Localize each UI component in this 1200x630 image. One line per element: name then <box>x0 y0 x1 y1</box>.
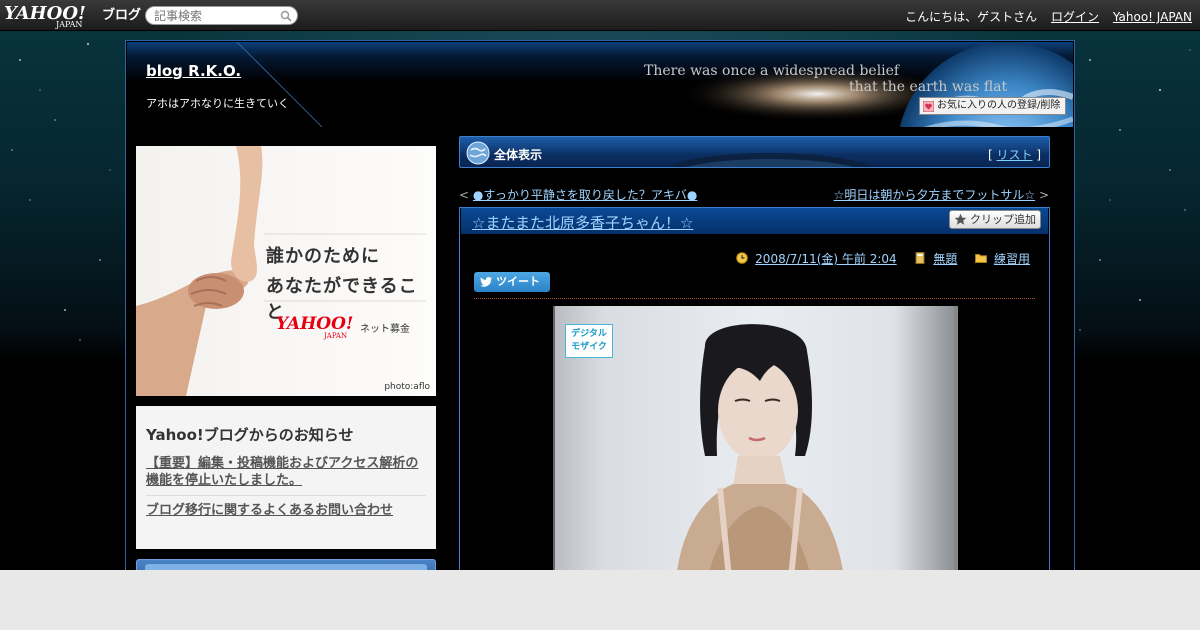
notice-box: Yahoo!ブログからのお知らせ 【重要】編集・投稿機能およびアクセス解析の機能… <box>136 406 436 549</box>
article-date: 2008/7/11(金) 午前 2:04 <box>736 250 897 267</box>
favorite-register-label: お気に入りの人の登録/削除 <box>937 100 1061 111</box>
favorite-register-button[interactable]: お気に入りの人の登録/削除 <box>919 97 1066 115</box>
prev-marker: < <box>459 188 470 202</box>
globe-icon <box>466 141 490 165</box>
photo-badge: デジタル モザイク <box>565 324 613 358</box>
next-marker: > <box>1038 188 1049 202</box>
article: ☆またまた北原多香子ちゃん！☆ クリップ追加 2008/7/11(金) 午前 2… <box>459 207 1050 570</box>
bracket-close: ] <box>1036 148 1041 162</box>
prev-article-link[interactable]: ●すっかり平静さを取り戻した？アキバ● <box>473 188 697 202</box>
article-category-link[interactable]: 練習用 <box>994 252 1030 266</box>
tweet-button[interactable]: ツイート <box>474 272 550 292</box>
logo-blog-text: ブログ <box>102 7 141 23</box>
masthead: YAHOO! JAPAN ブログ こんにちは、ゲストさん ログイン Yahoo!… <box>0 0 1200 31</box>
photo-badge-line2: モザイク <box>571 342 607 352</box>
search-box[interactable] <box>145 6 298 25</box>
banner-tagline: ネット募金 <box>360 324 410 335</box>
blog-title-link[interactable]: blog R.K.O. <box>146 62 241 80</box>
article-category: 練習用 <box>975 250 1030 267</box>
blog-header: There was once a widespread belief that … <box>127 42 1073 127</box>
logo-japan-text: JAPAN <box>55 20 82 29</box>
folder-icon <box>975 254 988 263</box>
search-icon[interactable] <box>280 10 292 22</box>
woman-portrait-image <box>677 324 843 570</box>
notice-title: Yahoo!ブログからのお知らせ <box>146 426 354 444</box>
list-view-toggle: [ リスト ] <box>988 146 1041 163</box>
article-meta: 2008/7/11(金) 午前 2:04 無題 練習用 <box>722 250 1030 267</box>
next-article-nav: ☆明日は朝から夕方までフットサル☆ > <box>834 186 1049 203</box>
book-icon <box>915 252 925 264</box>
list-view-link[interactable]: リスト <box>996 148 1032 162</box>
article-theme: 無題 <box>914 250 957 267</box>
login-link[interactable]: ログイン <box>1051 10 1099 24</box>
view-mode-header: 全体表示 [ リスト ] <box>459 136 1050 168</box>
svg-text:that the earth was flat: that the earth was flat <box>849 79 1008 95</box>
charity-banner[interactable]: 誰かのために あなたができること YAHOO! JAPAN ネット募金 phot… <box>136 146 436 396</box>
photo-badge-line1: デジタル <box>571 329 607 339</box>
clip-add-button[interactable]: クリップ追加 <box>949 210 1041 229</box>
article-theme-link[interactable]: 無題 <box>933 252 957 266</box>
banner-yahoo-logo: YAHOO! <box>276 314 354 334</box>
prev-article-nav: < ●すっかり平静さを取り戻した？アキバ● <box>459 186 697 203</box>
page-bottom-area <box>0 570 1200 630</box>
yahoo-blog-logo[interactable]: YAHOO! JAPAN ブログ <box>4 2 144 29</box>
article-date-link[interactable]: 2008/7/11(金) 午前 2:04 <box>755 252 896 266</box>
header-earth-strip <box>667 153 873 167</box>
article-photo[interactable]: デジタル モザイク <box>553 306 958 570</box>
twitter-bird-icon <box>480 277 492 287</box>
article-title-link[interactable]: ☆またまた北原多香子ちゃん！☆ <box>472 212 693 233</box>
notice-item[interactable]: ブログ移行に関するよくあるお問い合わせ <box>146 502 426 525</box>
next-article-link[interactable]: ☆明日は朝から夕方までフットサル☆ <box>834 188 1036 202</box>
blog-container: There was once a widespread belief that … <box>125 40 1075 570</box>
svg-text:There was once a widespread be: There was once a widespread belief <box>644 63 901 79</box>
banner-yahoo-logo-sub: JAPAN <box>324 332 348 340</box>
star-icon <box>954 213 967 225</box>
clock-icon <box>736 252 749 264</box>
blog-description: アホはアホなりに生きていく <box>146 97 289 110</box>
tweet-label: ツイート <box>496 275 540 288</box>
yahoo-japan-link[interactable]: Yahoo! JAPAN <box>1113 10 1192 24</box>
article-header: ☆またまた北原多香子ちゃん！☆ クリップ追加 <box>461 208 1048 234</box>
article-divider <box>474 298 1035 299</box>
greeting-text: こんにちは、ゲストさん <box>905 10 1038 24</box>
banner-headline-1: 誰かのために <box>266 246 380 267</box>
sidebar-widget <box>136 559 436 570</box>
page-background: YAHOO! JAPAN ブログ こんにちは、ゲストさん ログイン Yahoo!… <box>0 0 1200 570</box>
masthead-user-area: こんにちは、ゲストさん ログイン Yahoo! JAPAN <box>905 8 1192 25</box>
clip-add-label: クリップ追加 <box>970 213 1036 226</box>
heart-icon <box>923 101 934 112</box>
bracket-open: [ <box>987 148 993 162</box>
holding-hands-image <box>136 146 426 396</box>
notice-item[interactable]: 【重要】編集・投稿機能およびアクセス解析の機能を停止いたしました。 <box>146 455 426 496</box>
view-mode-title: 全体表示 <box>494 148 543 162</box>
search-input[interactable] <box>154 9 279 23</box>
banner-photo-credit: photo:aflo <box>384 382 430 392</box>
